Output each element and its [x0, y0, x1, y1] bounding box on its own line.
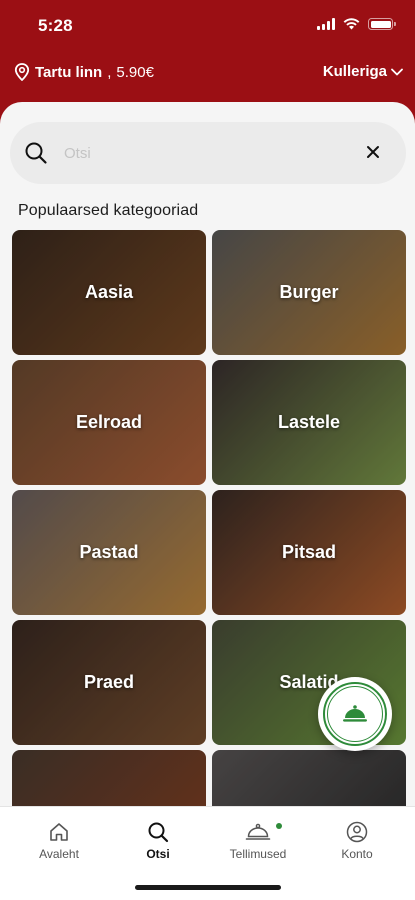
category-tile[interactable] — [12, 750, 206, 806]
search-input[interactable] — [64, 140, 344, 166]
category-tile[interactable]: Pitsad — [212, 490, 406, 615]
clear-search-button[interactable] — [366, 145, 380, 159]
status-bar: 5:28 — [0, 0, 415, 52]
tab-label: Tellimused — [229, 847, 287, 861]
delivery-fee-separator: , — [107, 63, 112, 81]
home-icon — [50, 823, 68, 841]
tab-home[interactable]: Avaleht — [9, 821, 109, 861]
tab-label: Konto — [341, 847, 373, 861]
fab-outer-ring — [323, 682, 387, 746]
cloche-icon — [343, 705, 367, 722]
category-label: Pastad — [79, 542, 139, 562]
tab-orders[interactable]: Tellimused — [208, 821, 308, 861]
location-row: Tartu linn, 5.90€ Kulleriga — [0, 60, 415, 88]
delivery-fee: 5.90€ — [116, 63, 154, 81]
wifi-icon — [343, 18, 360, 30]
category-label: Burger — [279, 282, 339, 302]
tab-search[interactable]: Otsi — [108, 821, 208, 861]
delivery-mode-label: Kulleriga — [322, 63, 387, 80]
delivery-mode-selector[interactable]: Kulleriga — [323, 63, 403, 80]
category-tile[interactable]: Praed — [12, 620, 206, 745]
category-label: Praed — [83, 672, 135, 692]
search-icon — [148, 822, 169, 843]
chevron-down-icon — [391, 68, 403, 75]
orders-fab-button[interactable] — [318, 677, 392, 751]
location-selector[interactable]: Tartu linn, 5.90€ — [14, 63, 154, 81]
category-tile[interactable]: Burger — [212, 230, 406, 355]
tab-label: Avaleht — [39, 847, 79, 861]
fab-inner-ring — [327, 686, 383, 742]
category-tile[interactable]: Pastad — [12, 490, 206, 615]
search-bar — [10, 122, 406, 184]
category-tile[interactable] — [212, 750, 406, 806]
search-icon — [25, 142, 47, 164]
home-indicator — [135, 885, 281, 890]
category-tile[interactable]: Eelroad — [12, 360, 206, 485]
category-label: Aasia — [84, 282, 134, 302]
section-title: Populaarsed kategooriad — [18, 202, 199, 219]
category-label: Pitsad — [281, 542, 337, 562]
category-label: Lastele — [277, 412, 341, 432]
location-pin-icon — [14, 63, 30, 81]
account-icon — [346, 821, 368, 843]
status-time: 5:28 — [38, 16, 73, 35]
battery-icon — [368, 18, 396, 30]
cellular-signal-icon — [317, 18, 335, 30]
tab-account[interactable]: Konto — [307, 821, 407, 861]
notification-dot — [276, 823, 282, 829]
category-label: Eelroad — [75, 412, 143, 432]
category-tile[interactable]: Aasia — [12, 230, 206, 355]
category-tile[interactable]: Lastele — [212, 360, 406, 485]
cloche-icon — [245, 823, 271, 840]
location-name: Tartu linn — [35, 63, 103, 81]
tab-label: Otsi — [146, 847, 170, 861]
status-icons — [317, 18, 396, 30]
